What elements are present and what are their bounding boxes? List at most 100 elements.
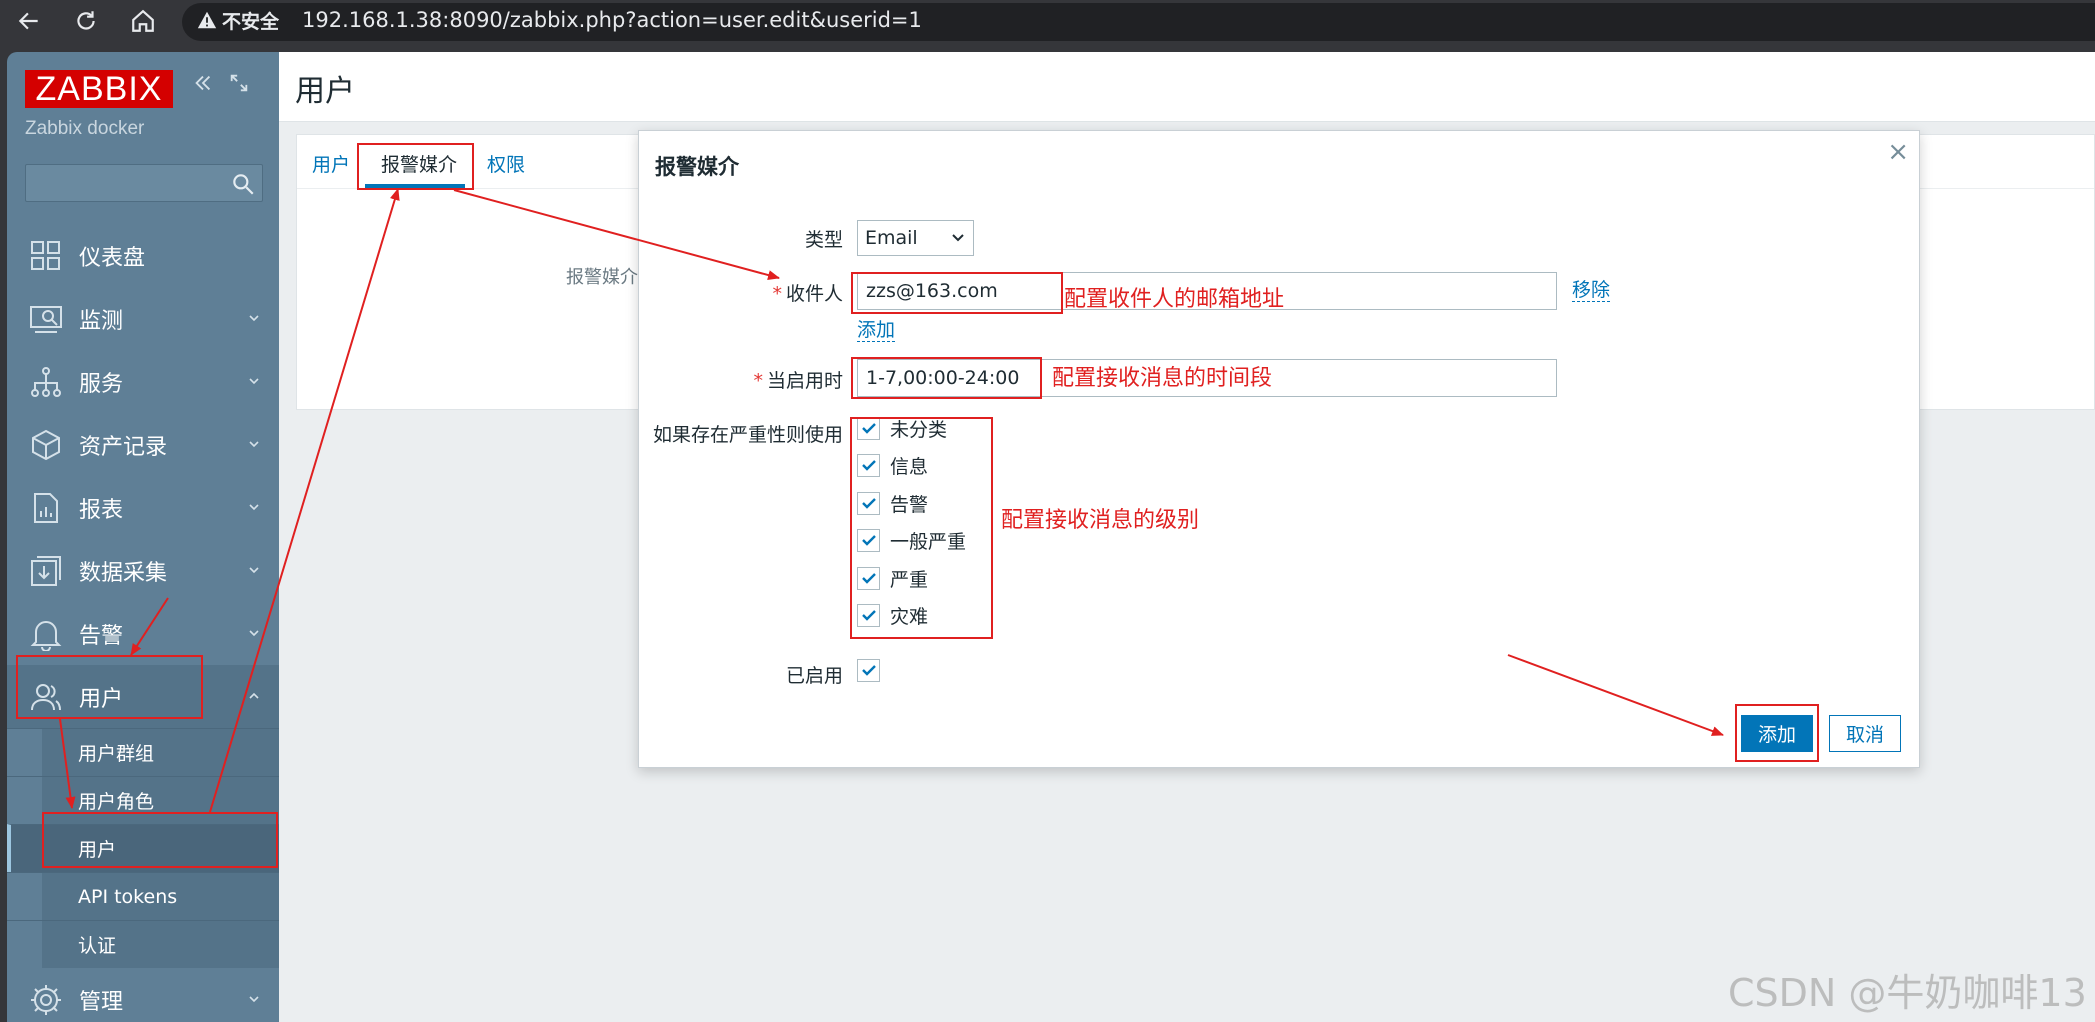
submenu-item-users[interactable]: 用户 — [7, 824, 279, 872]
gear-icon — [31, 985, 61, 1015]
home-button[interactable] — [122, 0, 164, 42]
watermark: CSDN @牛奶咖啡13 — [1728, 971, 2087, 1015]
add-button[interactable]: 添加 — [1741, 715, 1813, 752]
chevron-down-icon — [952, 234, 964, 242]
security-label: 不安全 — [222, 10, 280, 33]
submenu-item-authentication[interactable]: 认证 — [7, 920, 279, 968]
severity-label-text: 告警 — [890, 493, 929, 516]
menu-item-users[interactable]: 用户 — [7, 665, 279, 728]
severity-label-text: 灾难 — [890, 605, 929, 628]
cancel-button[interactable]: 取消 — [1829, 715, 1901, 752]
checkbox[interactable] — [857, 453, 880, 477]
sidebar-search-input[interactable] — [25, 164, 263, 202]
back-button[interactable] — [8, 0, 50, 42]
data-collection-icon — [31, 556, 61, 586]
severity-warning[interactable]: 告警 — [857, 488, 928, 518]
menu-item-inventory[interactable]: 资产记录 — [7, 413, 279, 476]
chevron-down-icon — [249, 441, 259, 448]
menu-label: 监测 — [79, 308, 124, 334]
menu-item-reports[interactable]: 报表 — [7, 476, 279, 539]
recipient-label: * 收件人 — [772, 279, 843, 306]
collapse-sidebar-icon[interactable] — [192, 72, 214, 94]
chevron-down-icon — [249, 315, 259, 322]
checkmark-icon — [861, 665, 876, 676]
severity-information[interactable]: 信息 — [857, 450, 928, 480]
severity-disaster[interactable]: 灾难 — [857, 600, 928, 630]
checkmark-icon — [861, 423, 876, 434]
page-header: 用户 — [279, 52, 2095, 122]
remove-recipient-link[interactable]: 移除 — [1572, 279, 1611, 302]
recipient-label-text: 收件人 — [785, 283, 843, 305]
checkbox[interactable] — [857, 603, 880, 627]
checkbox[interactable] — [857, 528, 880, 552]
menu-item-dashboard[interactable]: 仪表盘 — [7, 224, 279, 287]
media-field-label: 报警媒介 — [566, 267, 638, 288]
submenu-item-api-tokens[interactable]: API tokens — [7, 872, 279, 920]
menu-label: 服务 — [79, 371, 124, 397]
warning-icon — [197, 11, 217, 29]
menu-item-alerts[interactable]: 告警 — [7, 602, 279, 665]
type-select-value: Email — [865, 227, 918, 249]
submenu-item-user-groups[interactable]: 用户群组 — [7, 728, 279, 776]
checkmark-icon — [861, 610, 876, 621]
menu-label: 报表 — [79, 497, 124, 523]
active-tab-indicator — [365, 184, 465, 188]
server-name: Zabbix docker — [25, 118, 145, 139]
menu-item-monitoring[interactable]: 监测 — [7, 287, 279, 350]
users-submenu: 用户群组 用户角色 用户 API tokens 认证 — [7, 728, 279, 968]
checkbox[interactable] — [857, 491, 880, 515]
chevron-up-icon — [249, 692, 259, 699]
tab-media[interactable]: 报警媒介 — [381, 150, 457, 177]
alerts-icon — [30, 621, 62, 651]
close-icon[interactable]: × — [1887, 137, 1909, 167]
severity-average[interactable]: 一般严重 — [857, 525, 966, 555]
chevron-down-icon — [249, 996, 259, 1003]
reports-icon — [34, 493, 58, 523]
when-active-label-text: 当启用时 — [766, 370, 843, 392]
menu-item-services[interactable]: 服务 — [7, 350, 279, 413]
menu-item-administration[interactable]: 管理 — [7, 968, 279, 1022]
severity-label-text: 未分类 — [890, 418, 948, 441]
url-text[interactable]: 192.168.1.38:8090/zabbix.php?action=user… — [302, 5, 922, 35]
type-label: 类型 — [804, 229, 843, 251]
dashboard-icon — [31, 241, 60, 270]
checkbox[interactable] — [857, 658, 880, 682]
zabbix-logo[interactable]: ZABBIX — [25, 70, 173, 108]
menu-item-data-collection[interactable]: 数据采集 — [7, 539, 279, 602]
enabled-label: 已启用 — [785, 665, 843, 687]
search-icon[interactable] — [230, 171, 256, 197]
checkmark-icon — [861, 573, 876, 584]
required-marker: * — [772, 283, 782, 305]
reload-button[interactable] — [65, 0, 107, 42]
page-title: 用户 — [295, 74, 355, 109]
enabled-toggle[interactable] — [857, 655, 890, 685]
reload-icon — [77, 11, 95, 30]
checkmark-icon — [861, 498, 876, 509]
browser-toolbar: 不安全 192.168.1.38:8090/zabbix.php?action=… — [0, 0, 2095, 52]
severity-not-classified[interactable]: 未分类 — [857, 413, 947, 443]
media-dialog: 报警媒介 × 类型 Email * 收件人 zzs@163.com 移除 添加 *… — [638, 130, 1920, 768]
annotation-severity-note: 配置接收消息的级别 — [1001, 508, 1200, 533]
menu-label: 管理 — [79, 989, 124, 1015]
home-icon — [132, 9, 154, 32]
menu-label: 资产记录 — [79, 434, 168, 460]
tab-permissions[interactable]: 权限 — [487, 150, 525, 177]
checkmark-icon — [861, 460, 876, 471]
add-recipient-link[interactable]: 添加 — [857, 319, 896, 342]
severity-high[interactable]: 严重 — [857, 563, 928, 593]
checkmark-icon — [861, 535, 876, 546]
security-indicator[interactable]: 不安全 — [196, 6, 279, 34]
sidebar-controls — [192, 72, 250, 94]
arrow-left-icon — [18, 12, 38, 30]
when-active-label: * 当启用时 — [753, 366, 843, 393]
severity-label-text: 一般严重 — [890, 530, 967, 553]
checkbox[interactable] — [857, 566, 880, 590]
checkbox[interactable] — [857, 416, 880, 440]
submenu-item-user-roles[interactable]: 用户角色 — [7, 776, 279, 824]
type-select[interactable]: Email — [857, 220, 974, 256]
kiosk-mode-icon[interactable] — [228, 72, 250, 94]
required-marker: * — [753, 370, 763, 392]
menu-label: 用户 — [79, 686, 124, 712]
chevron-down-icon — [249, 567, 259, 574]
tab-user[interactable]: 用户 — [312, 150, 350, 177]
